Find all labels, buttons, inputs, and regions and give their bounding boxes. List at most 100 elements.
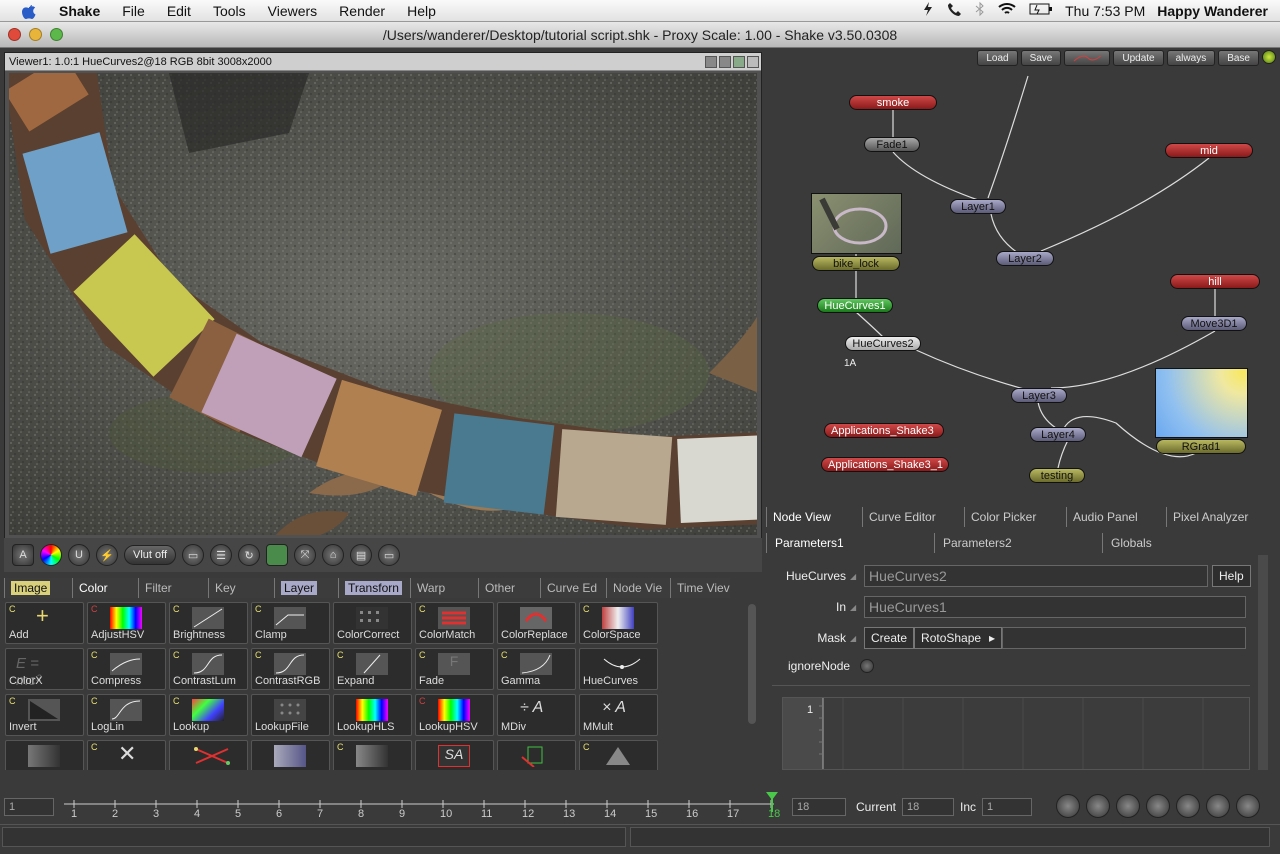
phone-icon[interactable] <box>947 1 963 20</box>
node-move3d1[interactable]: Move3D1 <box>1181 316 1247 331</box>
update-mode-button[interactable]: U <box>68 544 90 566</box>
mask-field[interactable] <box>1002 627 1247 649</box>
tool-loglin[interactable]: C LogLin <box>87 694 166 736</box>
hue-curve-graph[interactable]: 1 <box>782 697 1250 770</box>
node-layer1[interactable]: Layer1 <box>950 199 1006 214</box>
tool-tool-30[interactable] <box>497 740 576 770</box>
node-layer3[interactable]: Layer3 <box>1011 388 1067 403</box>
tab-curve-editor[interactable]: Curve Ed <box>540 578 606 598</box>
node-fade1[interactable]: Fade1 <box>864 137 920 152</box>
menu-edit[interactable]: Edit <box>156 3 202 19</box>
apple-icon[interactable] <box>18 2 40 20</box>
viewer-layout-icon[interactable] <box>705 55 717 68</box>
tool-compress[interactable]: C Compress <box>87 648 166 690</box>
tab-layer[interactable]: Layer <box>274 578 338 598</box>
tool-mmult[interactable]: × A MMult <box>579 694 658 736</box>
minimize-window-button[interactable] <box>29 28 42 41</box>
tool-huecurves[interactable]: HueCurves <box>579 648 658 690</box>
tool-contrastrgb[interactable]: C ContrastRGB <box>251 648 330 690</box>
tool-mdiv[interactable]: ÷ A MDiv <box>497 694 576 736</box>
status-light-icon[interactable] <box>1262 50 1276 64</box>
increment-field[interactable]: 1 <box>982 798 1032 816</box>
ignore-node-toggle[interactable] <box>860 659 874 673</box>
dod-icon[interactable]: ▭ <box>182 544 205 566</box>
tool-colorcorrect[interactable]: ColorCorrect <box>333 602 412 644</box>
end-frame-field[interactable]: 18 <box>792 798 846 816</box>
tool-lookuphsv[interactable]: C LookupHSV <box>415 694 494 736</box>
tab-transform[interactable]: Transforn <box>338 578 410 598</box>
tool-fade[interactable]: C F Fade <box>415 648 494 690</box>
expand-icon[interactable]: ◢ <box>850 603 858 612</box>
tool-colorspace[interactable]: C ColorSpace <box>579 602 658 644</box>
node-mid[interactable]: mid <box>1165 143 1253 158</box>
tool-lookup[interactable]: C Lookup <box>169 694 248 736</box>
tool-gamma[interactable]: C Gamma <box>497 648 576 690</box>
menubar-user[interactable]: Happy Wanderer <box>1157 3 1268 19</box>
tab-color[interactable]: Color <box>72 578 138 598</box>
tab-node-view[interactable]: Node Vie <box>606 578 670 598</box>
input-node-field[interactable]: HueCurves1 <box>864 596 1246 618</box>
tool-contrastlum[interactable]: C ContrastLum <box>169 648 248 690</box>
toggle-icon[interactable] <box>266 544 289 566</box>
viewer-grid-icon[interactable] <box>733 55 745 68</box>
tool-lookupfile[interactable]: LookupFile <box>251 694 330 736</box>
viewer-image[interactable] <box>9 73 757 535</box>
menu-help[interactable]: Help <box>396 3 447 19</box>
tool-add[interactable]: C + Add <box>5 602 84 644</box>
tool-tool-29[interactable]: SA <box>415 740 494 770</box>
load-button[interactable]: Load <box>977 50 1018 66</box>
tab-pixel-analyzer[interactable]: Pixel Analyzer <box>1166 507 1274 527</box>
node-huecurves2[interactable]: HueCurves2 <box>845 336 921 351</box>
close-window-button[interactable] <box>8 28 21 41</box>
audio-icon[interactable] <box>1086 794 1110 818</box>
fit-icon[interactable]: ⤧ <box>294 544 317 566</box>
tab-filter[interactable]: Filter <box>138 578 208 598</box>
tool-expand[interactable]: C Expand <box>333 648 412 690</box>
tab-warp[interactable]: Warp <box>410 578 478 598</box>
tool-colorx[interactable]: E = mc² ColorX <box>5 648 84 690</box>
expand-icon[interactable]: ◢ <box>850 634 858 643</box>
node-smoke[interactable]: smoke <box>849 95 937 110</box>
node-testing[interactable]: testing <box>1029 468 1085 483</box>
node-applications-shake3-1[interactable]: Applications_Shake3_1 <box>821 457 949 472</box>
monitor-icon[interactable]: ▭ <box>378 544 401 566</box>
save-button[interactable]: Save <box>1020 50 1062 66</box>
channel-a-button[interactable]: A <box>12 544 34 566</box>
tool-tool-24[interactable] <box>5 740 84 770</box>
tool-tool-28[interactable]: C <box>333 740 412 770</box>
vlut-button[interactable]: Vlut off <box>124 545 177 565</box>
current-frame-field[interactable]: 18 <box>902 798 954 816</box>
key-back-icon[interactable] <box>1116 794 1140 818</box>
tool-clamp[interactable]: C Clamp <box>251 602 330 644</box>
tool-lookuphls[interactable]: LookupHLS <box>333 694 412 736</box>
create-mask-button[interactable]: Create <box>864 627 915 649</box>
viewer-close-icon[interactable] <box>747 55 759 68</box>
tool-tool-31[interactable]: C <box>579 740 658 770</box>
node-rgrad1[interactable]: RGrad1 <box>1156 439 1246 454</box>
tab-curve-editor-panel[interactable]: Curve Editor <box>862 507 964 527</box>
tab-image[interactable]: Image <box>4 578 72 598</box>
battery-icon[interactable] <box>1029 2 1053 19</box>
spotlight-icon[interactable] <box>921 1 935 20</box>
menu-file[interactable]: File <box>111 3 156 19</box>
play-backward-icon[interactable] <box>1146 794 1170 818</box>
node-bike-lock[interactable]: bike_lock <box>812 256 900 271</box>
home-frame-icon[interactable] <box>1056 794 1080 818</box>
home-icon[interactable]: ⌂ <box>322 544 345 566</box>
wifi-icon[interactable] <box>997 1 1017 20</box>
start-frame-field[interactable]: 1 <box>4 798 54 816</box>
tab-audio-panel[interactable]: Audio Panel <box>1066 507 1166 527</box>
node-huecurves1[interactable]: HueCurves1 <box>817 298 893 313</box>
menu-viewers[interactable]: Viewers <box>257 3 329 19</box>
menu-tools[interactable]: Tools <box>202 3 257 19</box>
viewer-split-icon[interactable] <box>719 55 731 68</box>
color-channel-button[interactable] <box>40 544 62 566</box>
tab-globals[interactable]: Globals <box>1102 533 1270 553</box>
tab-time-view[interactable]: Time Viev <box>670 578 730 598</box>
roi-icon[interactable]: ☰ <box>210 544 233 566</box>
flipbook-icon[interactable]: ▤ <box>350 544 373 566</box>
zoom-window-button[interactable] <box>50 28 63 41</box>
stop-icon[interactable] <box>1176 794 1200 818</box>
time-ruler[interactable] <box>60 792 780 822</box>
update-button[interactable]: Update <box>1113 50 1164 66</box>
